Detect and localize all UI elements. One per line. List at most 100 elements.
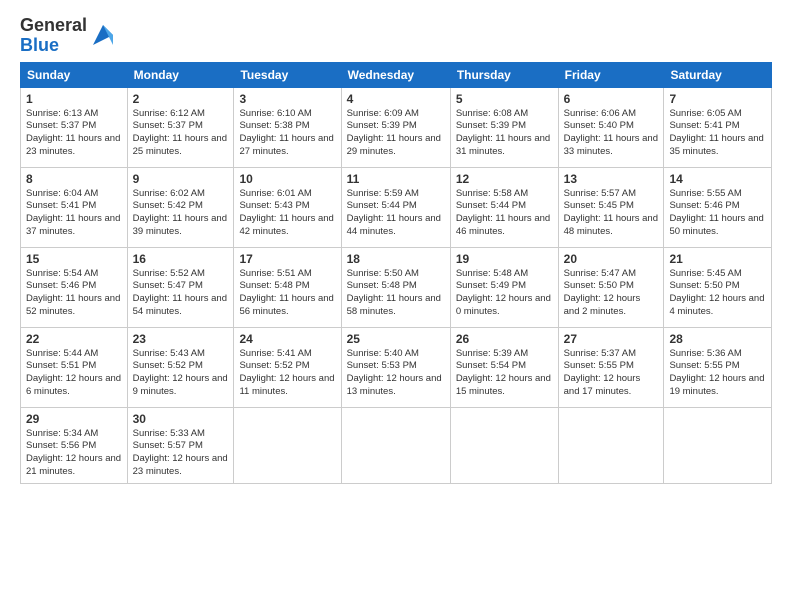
col-sunday: Sunday: [21, 62, 128, 87]
col-thursday: Thursday: [450, 62, 558, 87]
logo-blue: Blue: [20, 35, 59, 55]
logo-text: General Blue: [20, 16, 87, 56]
day-info: Sunrise: 5:50 AM Sunset: 5:48 PM Dayligh…: [347, 268, 445, 319]
calendar-cell: 8 Sunrise: 6:04 AM Sunset: 5:41 PM Daylig…: [21, 167, 128, 247]
calendar-cell: 30 Sunrise: 5:33 AM Sunset: 5:57 PM Dayli…: [127, 407, 234, 483]
calendar-cell: 26Sunrise: 5:39 AM Sunset: 5:54 PM Dayli…: [450, 327, 558, 407]
day-info: Sunrise: 6:05 AM Sunset: 5:41 PM Dayligh…: [669, 108, 766, 159]
day-info: Sunrise: 5:58 AM Sunset: 5:44 PM Dayligh…: [456, 188, 553, 239]
col-friday: Friday: [558, 62, 664, 87]
day-number: 5: [456, 92, 553, 106]
day-info: Sunrise: 5:48 AM Sunset: 5:49 PM Dayligh…: [456, 268, 553, 319]
day-number: 19: [456, 252, 553, 266]
day-info: Sunrise: 5:40 AM Sunset: 5:53 PM Dayligh…: [347, 348, 445, 399]
calendar-cell: 29 Sunrise: 5:34 AM Sunset: 5:56 PM Dayli…: [21, 407, 128, 483]
calendar-cell: [558, 407, 664, 483]
day-info: Sunrise: 5:51 AM Sunset: 5:48 PM Dayligh…: [239, 268, 335, 319]
week-row-2: 8 Sunrise: 6:04 AM Sunset: 5:41 PM Daylig…: [21, 167, 772, 247]
calendar-cell: 20 Sunrise: 5:47 AM Sunset: 5:50 PM Dayli…: [558, 247, 664, 327]
day-info: Sunrise: 5:47 AM Sunset: 5:50 PM Dayligh…: [564, 268, 659, 319]
day-info: Sunrise: 5:57 AM Sunset: 5:45 PM Dayligh…: [564, 188, 659, 239]
calendar-cell: [450, 407, 558, 483]
day-number: 29: [26, 412, 122, 426]
day-info: Sunrise: 6:06 AM Sunset: 5:40 PM Dayligh…: [564, 108, 659, 159]
col-monday: Monday: [127, 62, 234, 87]
calendar-cell: 11Sunrise: 5:59 AM Sunset: 5:44 PM Dayli…: [341, 167, 450, 247]
calendar-cell: 1 Sunrise: 6:13 AM Sunset: 5:37 PM Daylig…: [21, 87, 128, 167]
col-tuesday: Tuesday: [234, 62, 341, 87]
calendar-cell: 22 Sunrise: 5:44 AM Sunset: 5:51 PM Dayli…: [21, 327, 128, 407]
logo: General Blue: [20, 16, 117, 56]
calendar-cell: 6 Sunrise: 6:06 AM Sunset: 5:40 PM Daylig…: [558, 87, 664, 167]
calendar-cell: 9 Sunrise: 6:02 AM Sunset: 5:42 PM Daylig…: [127, 167, 234, 247]
week-row-1: 1 Sunrise: 6:13 AM Sunset: 5:37 PM Daylig…: [21, 87, 772, 167]
day-number: 4: [347, 92, 445, 106]
day-number: 27: [564, 332, 659, 346]
col-wednesday: Wednesday: [341, 62, 450, 87]
day-number: 11: [347, 172, 445, 186]
day-info: Sunrise: 6:02 AM Sunset: 5:42 PM Dayligh…: [133, 188, 229, 239]
day-number: 30: [133, 412, 229, 426]
day-number: 20: [564, 252, 659, 266]
calendar-table: Sunday Monday Tuesday Wednesday Thursday…: [20, 62, 772, 484]
day-number: 15: [26, 252, 122, 266]
day-number: 7: [669, 92, 766, 106]
day-number: 26: [456, 332, 553, 346]
day-info: Sunrise: 6:01 AM Sunset: 5:43 PM Dayligh…: [239, 188, 335, 239]
day-info: Sunrise: 5:33 AM Sunset: 5:57 PM Dayligh…: [133, 428, 229, 479]
day-number: 18: [347, 252, 445, 266]
calendar-cell: 18 Sunrise: 5:50 AM Sunset: 5:48 PM Dayli…: [341, 247, 450, 327]
calendar-cell: 14 Sunrise: 5:55 AM Sunset: 5:46 PM Dayli…: [664, 167, 772, 247]
logo-icon: [89, 21, 117, 49]
calendar-cell: 4Sunrise: 6:09 AM Sunset: 5:39 PM Daylig…: [341, 87, 450, 167]
day-info: Sunrise: 5:52 AM Sunset: 5:47 PM Dayligh…: [133, 268, 229, 319]
calendar-cell: 15 Sunrise: 5:54 AM Sunset: 5:46 PM Dayli…: [21, 247, 128, 327]
day-number: 1: [26, 92, 122, 106]
week-row-5: 29 Sunrise: 5:34 AM Sunset: 5:56 PM Dayli…: [21, 407, 772, 483]
day-number: 8: [26, 172, 122, 186]
day-number: 6: [564, 92, 659, 106]
week-row-3: 15 Sunrise: 5:54 AM Sunset: 5:46 PM Dayli…: [21, 247, 772, 327]
calendar-cell: 24 Sunrise: 5:41 AM Sunset: 5:52 PM Dayli…: [234, 327, 341, 407]
day-info: Sunrise: 5:45 AM Sunset: 5:50 PM Dayligh…: [669, 268, 766, 319]
calendar-cell: 16 Sunrise: 5:52 AM Sunset: 5:47 PM Dayli…: [127, 247, 234, 327]
calendar-cell: [341, 407, 450, 483]
day-number: 23: [133, 332, 229, 346]
day-info: Sunrise: 6:13 AM Sunset: 5:37 PM Dayligh…: [26, 108, 122, 159]
calendar-cell: 12Sunrise: 5:58 AM Sunset: 5:44 PM Dayli…: [450, 167, 558, 247]
day-info: Sunrise: 5:54 AM Sunset: 5:46 PM Dayligh…: [26, 268, 122, 319]
day-number: 2: [133, 92, 229, 106]
calendar-cell: 3Sunrise: 6:10 AM Sunset: 5:38 PM Daylig…: [234, 87, 341, 167]
calendar-cell: 25 Sunrise: 5:40 AM Sunset: 5:53 PM Dayli…: [341, 327, 450, 407]
day-number: 24: [239, 332, 335, 346]
day-number: 16: [133, 252, 229, 266]
calendar-header-row: Sunday Monday Tuesday Wednesday Thursday…: [21, 62, 772, 87]
day-number: 14: [669, 172, 766, 186]
calendar-cell: 5 Sunrise: 6:08 AM Sunset: 5:39 PM Daylig…: [450, 87, 558, 167]
day-number: 22: [26, 332, 122, 346]
day-number: 21: [669, 252, 766, 266]
day-number: 10: [239, 172, 335, 186]
day-number: 17: [239, 252, 335, 266]
day-info: Sunrise: 5:34 AM Sunset: 5:56 PM Dayligh…: [26, 428, 122, 479]
calendar-cell: 13Sunrise: 5:57 AM Sunset: 5:45 PM Dayli…: [558, 167, 664, 247]
week-row-4: 22 Sunrise: 5:44 AM Sunset: 5:51 PM Dayli…: [21, 327, 772, 407]
day-info: Sunrise: 5:55 AM Sunset: 5:46 PM Dayligh…: [669, 188, 766, 239]
day-info: Sunrise: 5:44 AM Sunset: 5:51 PM Dayligh…: [26, 348, 122, 399]
calendar-cell: 27Sunrise: 5:37 AM Sunset: 5:55 PM Dayli…: [558, 327, 664, 407]
day-info: Sunrise: 5:41 AM Sunset: 5:52 PM Dayligh…: [239, 348, 335, 399]
day-info: Sunrise: 6:08 AM Sunset: 5:39 PM Dayligh…: [456, 108, 553, 159]
day-number: 9: [133, 172, 229, 186]
day-number: 25: [347, 332, 445, 346]
calendar-cell: [234, 407, 341, 483]
day-info: Sunrise: 5:36 AM Sunset: 5:55 PM Dayligh…: [669, 348, 766, 399]
page: General Blue Sunday Monday Tuesday Wedne…: [0, 0, 792, 612]
header: General Blue: [20, 16, 772, 56]
day-info: Sunrise: 6:04 AM Sunset: 5:41 PM Dayligh…: [26, 188, 122, 239]
day-info: Sunrise: 6:12 AM Sunset: 5:37 PM Dayligh…: [133, 108, 229, 159]
calendar-cell: [664, 407, 772, 483]
calendar-cell: 19 Sunrise: 5:48 AM Sunset: 5:49 PM Dayli…: [450, 247, 558, 327]
calendar-cell: 17 Sunrise: 5:51 AM Sunset: 5:48 PM Dayli…: [234, 247, 341, 327]
col-saturday: Saturday: [664, 62, 772, 87]
calendar-cell: 2 Sunrise: 6:12 AM Sunset: 5:37 PM Daylig…: [127, 87, 234, 167]
